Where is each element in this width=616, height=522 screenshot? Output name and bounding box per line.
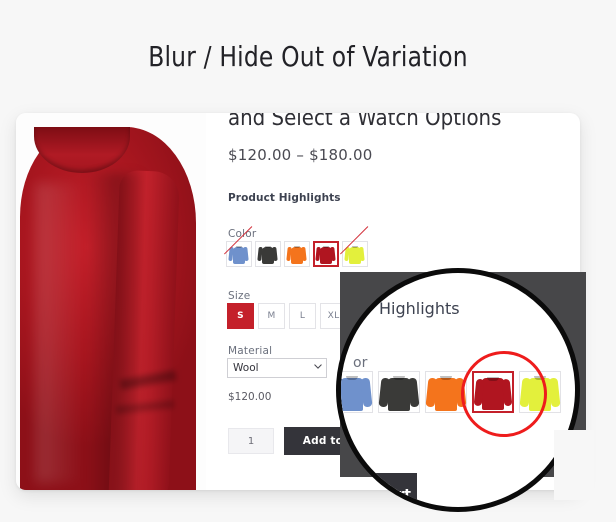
- product-gallery[interactable]: [16, 113, 206, 490]
- size-option-l[interactable]: L: [289, 303, 316, 329]
- zoomed-add-to-cart-button[interactable]: cart: [341, 473, 417, 507]
- zoomed-highlights-label: Highlights: [379, 299, 460, 318]
- product-heading: and Select a Watch Options: [228, 113, 502, 131]
- color-attribute-label: Color: [228, 228, 257, 240]
- quantity-input[interactable]: [228, 428, 274, 454]
- zoomed-color-swatch-blue[interactable]: [341, 371, 373, 413]
- tshirt-icon: [257, 244, 279, 264]
- tshirt-icon: [228, 244, 250, 264]
- zoomed-color-swatch-red[interactable]: [472, 371, 514, 413]
- zoomed-color-swatch-orange[interactable]: [425, 371, 467, 413]
- tshirt-icon: [315, 244, 337, 264]
- color-swatch-blue[interactable]: [226, 241, 252, 267]
- magnifier-content: Highlights or cart LXLXXL: [341, 273, 575, 507]
- color-swatch-red[interactable]: [313, 241, 339, 267]
- shirt-shadow: [86, 173, 142, 490]
- zoomed-color-swatch-black[interactable]: [378, 371, 420, 413]
- product-highlights-label: Product Highlights: [228, 192, 341, 204]
- price-range: $120.00 – $180.00: [228, 146, 373, 164]
- color-swatch-yellow[interactable]: [342, 241, 368, 267]
- tshirt-icon: [344, 244, 366, 264]
- zoomed-color-swatch-row: [341, 371, 561, 413]
- zoomed-color-label: or: [353, 355, 368, 371]
- size-option-m[interactable]: M: [258, 303, 285, 329]
- material-select[interactable]: WoolCottonSilkPolyester: [227, 358, 327, 378]
- material-attribute-label: Material: [228, 345, 273, 357]
- product-image-red-shirt: [16, 113, 206, 490]
- shirt-highlight: [36, 183, 82, 483]
- screenshot-root: Blur / Hide Out of Variation and Select …: [0, 0, 616, 522]
- size-attribute-label: Size: [228, 290, 251, 302]
- tshirt-icon: [286, 244, 308, 264]
- size-option-s[interactable]: S: [227, 303, 254, 329]
- color-swatch-row: [226, 241, 368, 267]
- magnifier-lens: Highlights or cart LXLXXL: [336, 268, 580, 512]
- page-title: Blur / Hide Out of Variation: [148, 40, 468, 73]
- color-swatch-orange[interactable]: [284, 241, 310, 267]
- color-swatch-black[interactable]: [255, 241, 281, 267]
- zoomed-color-swatch-yellow[interactable]: [519, 371, 561, 413]
- selected-variation-price: $120.00: [228, 391, 272, 403]
